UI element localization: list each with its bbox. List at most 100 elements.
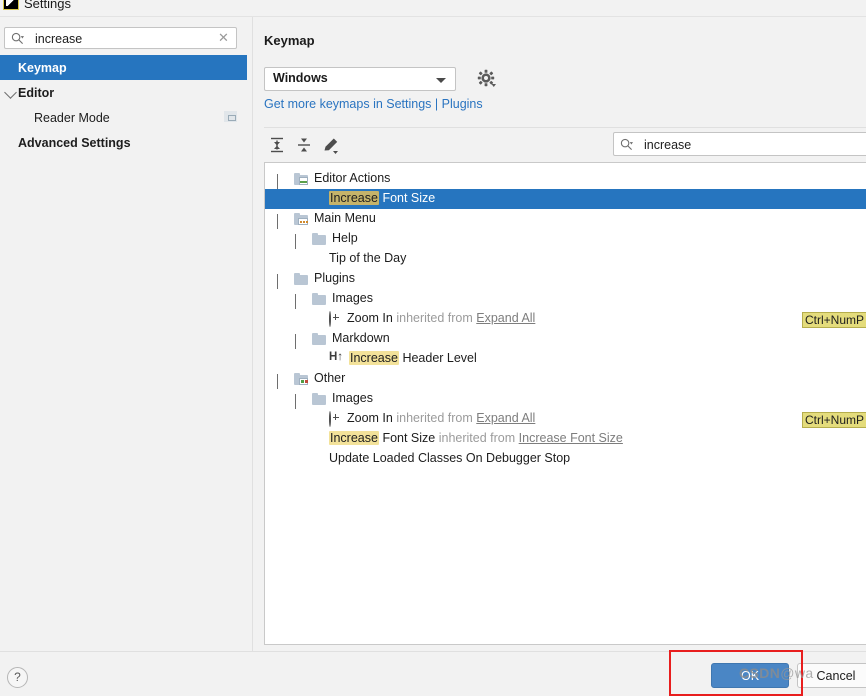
tree-row-label: Images: [332, 391, 373, 405]
inherited-prefix: inherited from: [438, 431, 516, 445]
chevron-down-icon[interactable]: [277, 174, 288, 189]
ok-button[interactable]: OK: [711, 663, 789, 688]
tree-row[interactable]: Main Menu: [265, 209, 866, 229]
tree-row-label: Markdown: [332, 331, 390, 345]
page-title: Keymap: [264, 33, 315, 48]
match-highlight: Increase: [329, 431, 379, 445]
window-titlebar: Settings: [0, 0, 866, 17]
tree-row-label: Plugins: [314, 271, 355, 285]
window-title: Settings: [24, 0, 71, 11]
folder-other-icon: [294, 373, 310, 387]
keymap-search-box[interactable]: [613, 132, 866, 156]
folder-icon: [312, 393, 328, 407]
inherited-source-link[interactable]: Increase Font Size: [519, 431, 623, 445]
folder-icon: [312, 293, 328, 307]
tree-row-label: Zoom In inherited from Expand All: [347, 311, 535, 325]
tree-row-label: Help: [332, 231, 358, 245]
tree-row[interactable]: Images: [265, 389, 866, 409]
tree-row-label: Update Loaded Classes On Debugger Stop: [329, 451, 571, 465]
tree-row-selected[interactable]: Increase Font Size: [265, 189, 866, 209]
sidebar-item-label: Keymap: [18, 60, 67, 75]
chevron-down-icon[interactable]: [295, 394, 306, 409]
settings-sidebar: ✕ Keymap Editor Reader Mode Advanced Set…: [0, 17, 252, 651]
sidebar-item-advanced-settings[interactable]: Advanced Settings: [0, 130, 247, 155]
chevron-down-icon[interactable]: [277, 214, 288, 229]
tree-row[interactable]: H↑ Increase Header Level: [265, 349, 866, 369]
tree-row-label: Main Menu: [314, 211, 376, 225]
section-divider: [264, 127, 866, 128]
tree-row-text: Zoom In: [347, 411, 393, 425]
plugins-link[interactable]: Plugins: [442, 97, 483, 111]
tree-row[interactable]: Help: [265, 229, 866, 249]
keymap-panel: Keymap Windows Get more keymaps in Setti…: [253, 17, 866, 651]
header-up-icon: H↑: [329, 351, 344, 363]
match-highlight: Increase: [329, 191, 379, 205]
sidebar-item-label: Editor: [18, 85, 55, 100]
search-icon: [11, 32, 24, 45]
folder-icon: [312, 233, 328, 247]
search-icon: [620, 138, 633, 151]
tree-row-text: Header Level: [402, 351, 477, 365]
tree-row[interactable]: Tip of the Day: [265, 249, 866, 269]
inherited-prefix: inherited from: [396, 311, 473, 325]
chevron-down-icon[interactable]: [295, 294, 306, 309]
chevron-down-icon[interactable]: [277, 374, 288, 389]
tree-row[interactable]: Update Loaded Classes On Debugger Stop: [265, 449, 866, 469]
chevron-down-icon[interactable]: [295, 334, 306, 349]
tree-row[interactable]: Images: [265, 289, 866, 309]
chevron-down-icon: [436, 78, 446, 83]
get-more-keymaps-link-row: Get more keymaps in Settings | Plugins: [264, 97, 483, 111]
sidebar-item-label: Advanced Settings: [18, 135, 131, 150]
tree-row-label: Increase Header Level: [349, 351, 477, 365]
chevron-down-icon[interactable]: [4, 86, 17, 99]
gear-icon[interactable]: [475, 67, 497, 89]
folder-menu-icon: [294, 213, 310, 227]
edit-pencil-icon[interactable]: [320, 134, 342, 156]
tree-row[interactable]: Zoom In inherited from Expand All Ctrl+N…: [265, 409, 866, 429]
inherited-source-link[interactable]: Expand All: [476, 311, 535, 325]
collapse-all-icon[interactable]: [293, 134, 315, 156]
ide-icon: [3, 0, 19, 10]
folder-chart-icon: [294, 173, 310, 187]
tree-row-label: Tip of the Day: [329, 251, 407, 265]
expand-all-icon[interactable]: [266, 134, 288, 156]
settings-link[interactable]: Settings: [386, 97, 431, 111]
keymap-select[interactable]: Windows: [264, 67, 456, 91]
tree-row[interactable]: Other: [265, 369, 866, 389]
sidebar-item-keymap[interactable]: Keymap: [0, 55, 247, 80]
folder-icon: [312, 333, 328, 347]
tree-row-text: Font Size: [382, 191, 436, 205]
link-prefix-text: Get more keymaps in: [264, 97, 387, 111]
tree-row[interactable]: Markdown: [265, 329, 866, 349]
tree-row[interactable]: Plugins: [265, 269, 866, 289]
tree-row-label: Increase Font Size inherited from Increa…: [329, 431, 623, 445]
keymap-select-value: Windows: [273, 71, 328, 85]
clear-search-icon[interactable]: ✕: [217, 31, 230, 44]
tree-row[interactable]: Zoom In inherited from Expand All Ctrl+N…: [265, 309, 866, 329]
shortcut-badge: Ctrl+NumP: [802, 412, 866, 428]
help-button[interactable]: ?: [7, 667, 28, 688]
shortcut-badge: Ctrl+NumP: [802, 312, 866, 328]
chevron-down-icon[interactable]: [295, 234, 306, 249]
keymap-action-tree[interactable]: Editor Actions Increase Font Size Main M…: [264, 162, 866, 645]
inherited-source-link[interactable]: Expand All: [476, 411, 535, 425]
keymap-search-input[interactable]: [642, 134, 866, 155]
inherited-prefix: inherited from: [396, 411, 473, 425]
zoom-in-icon: [329, 311, 345, 327]
sidebar-search-box[interactable]: ✕: [4, 27, 237, 50]
tree-row[interactable]: Editor Actions: [265, 169, 866, 189]
tree-row[interactable]: Increase Font Size inherited from Increa…: [265, 429, 866, 449]
folder-icon: [294, 273, 310, 287]
tree-row-label: Other: [314, 371, 346, 385]
tree-row-text: Zoom In: [347, 311, 393, 325]
tree-row-label: Increase Font Size: [329, 191, 435, 205]
tree-row-text: Font Size: [382, 431, 436, 445]
sidebar-item-editor[interactable]: Editor: [0, 80, 247, 105]
sidebar-search-input[interactable]: [33, 28, 212, 50]
cancel-button[interactable]: Cancel: [797, 663, 866, 688]
match-highlight: Increase: [349, 351, 399, 365]
sidebar-item-reader-mode[interactable]: Reader Mode: [0, 105, 247, 130]
modified-indicator-icon: [224, 111, 237, 122]
sidebar-item-label: Reader Mode: [34, 110, 110, 125]
chevron-down-icon[interactable]: [277, 274, 288, 289]
